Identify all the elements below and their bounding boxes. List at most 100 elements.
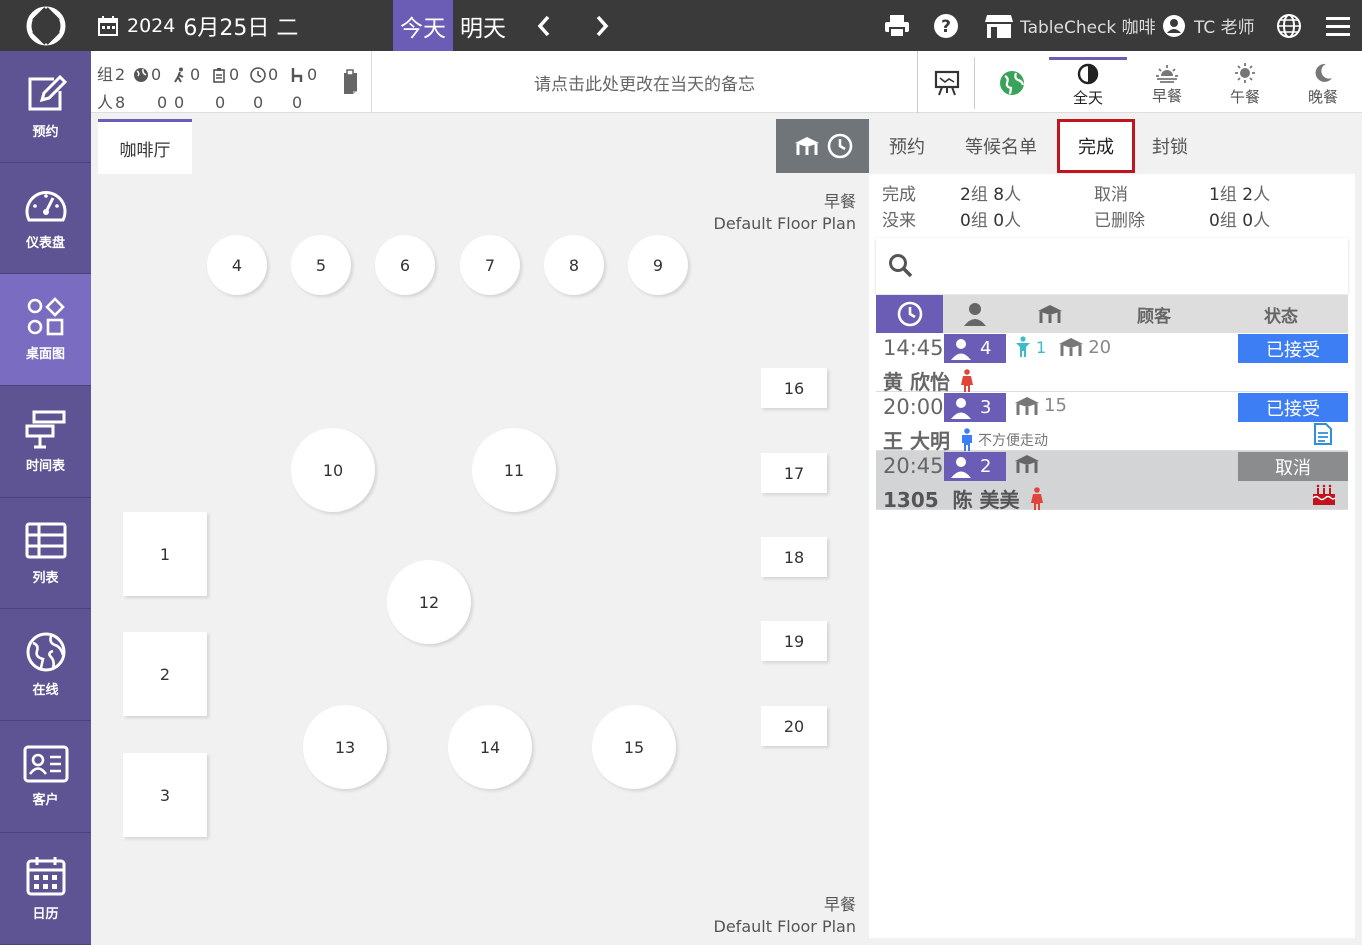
birthday-badge (1312, 482, 1336, 510)
sidebar-item-dashboard[interactable]: 仪表盘 (0, 163, 91, 275)
language-button[interactable] (1276, 0, 1302, 51)
completed-label: 完成 (882, 185, 916, 205)
memo-badge[interactable] (1314, 423, 1332, 449)
status-badge[interactable]: 已接受 (1238, 334, 1348, 363)
user-name: TC 老师 (1194, 18, 1255, 38)
meal-tab-breakfast[interactable]: 早餐 (1128, 57, 1206, 111)
table-5[interactable]: 5 (291, 235, 351, 295)
status-badge[interactable]: 取消 (1238, 452, 1348, 481)
day-counts: 组2 0 0 0 0 0 人8 0 0 0 0 0 (97, 61, 328, 117)
floor-tab-cafe[interactable]: 咖啡厅 (98, 119, 192, 174)
reservation-row[interactable]: 14:45 4 1 20 黄 欣怡 已接受 (876, 333, 1348, 394)
print-button[interactable] (884, 0, 910, 51)
board-view-button[interactable] (919, 57, 975, 109)
tab-blocked[interactable]: 封锁 (1142, 119, 1198, 173)
sidebar-item-floorplan[interactable]: 桌面图 (0, 274, 91, 387)
table-18[interactable]: 18 (761, 537, 827, 577)
globe-icon (134, 68, 148, 82)
sort-by-table[interactable] (1006, 295, 1094, 333)
table-icon (1038, 305, 1062, 323)
reservation-row[interactable]: 20:00 3 15 王 大明 不方便走动 已接受 (876, 392, 1348, 453)
sort-by-time[interactable] (876, 295, 943, 333)
noshow-values: 0组 0人 (960, 208, 1094, 234)
help-button[interactable]: ? (933, 0, 959, 51)
table-4[interactable]: 4 (207, 235, 267, 295)
tab-reservations[interactable]: 预约 (876, 119, 938, 173)
meal-tab-dinner[interactable]: 晚餐 (1284, 57, 1362, 111)
table-3[interactable]: 3 (123, 753, 207, 837)
daily-memo[interactable]: 请点击此处更改在当天的备忘 (371, 51, 918, 113)
date-picker[interactable]: 2024 6月25日 二 (97, 0, 298, 51)
reservation-extras: 1 20 (1014, 336, 1111, 358)
user-menu[interactable]: TC 老师 (1162, 0, 1255, 51)
app-logo[interactable] (0, 0, 91, 51)
sidebar-item-label: 列表 (32, 570, 59, 586)
main-menu-button[interactable] (1326, 0, 1350, 51)
table-14[interactable]: 14 (448, 705, 532, 789)
table-20[interactable]: 20 (761, 706, 827, 746)
table-7[interactable]: 7 (460, 235, 520, 295)
sidebar-item-calendar[interactable]: 日历 (0, 833, 91, 945)
reservation-row[interactable]: 20:45 2 1305 陈 美美 取消 (876, 451, 1348, 513)
tab-waitlist[interactable]: 等候名单 (956, 119, 1046, 173)
timeline-icon (25, 410, 65, 449)
clock-icon (897, 301, 922, 327)
table-17[interactable]: 17 (761, 453, 827, 493)
clipboard-icon (213, 68, 225, 83)
meal-tab-allday[interactable]: 全天 (1049, 57, 1127, 111)
table-16[interactable]: 16 (761, 368, 827, 408)
sidebar-item-label: 时间表 (25, 458, 65, 474)
today-button[interactable]: 今天 (393, 0, 453, 51)
waitlist-groups: 0 (229, 65, 240, 84)
table-9[interactable]: 9 (628, 235, 688, 295)
tab-completed[interactable]: 完成 (1057, 119, 1135, 173)
party-count: 4 (980, 338, 992, 359)
sidebar-item-list[interactable]: 列表 (0, 498, 91, 610)
printer-icon (885, 14, 909, 38)
chair-icon (291, 68, 303, 82)
floor-plan: 早餐 Default Floor Plan 早餐 Default Floor P… (98, 174, 868, 945)
online-view-button[interactable] (975, 57, 1048, 109)
seated-people: 0 (292, 93, 303, 112)
next-day-button[interactable] (594, 0, 610, 51)
table-1[interactable]: 1 (123, 512, 207, 596)
sidebar-item-timeline[interactable]: 时间表 (0, 386, 91, 498)
table-2[interactable]: 2 (123, 632, 207, 716)
sort-by-status[interactable]: 状态 (1214, 295, 1348, 333)
male-icon (961, 427, 972, 451)
sidebar-item-reservation[interactable]: 预约 (0, 51, 91, 163)
sidebar-item-label: 日历 (32, 906, 59, 922)
table-12[interactable]: 12 (387, 560, 471, 644)
noshow-label: 没来 (882, 211, 916, 231)
people-total: 8 (115, 93, 126, 112)
cancel-people: 2 (1242, 185, 1254, 205)
table-8[interactable]: 8 (544, 235, 604, 295)
customer-name: 1305 陈 美美 (883, 484, 1044, 513)
table-15[interactable]: 15 (592, 705, 676, 789)
table-11[interactable]: 11 (472, 428, 556, 512)
meal-tab-lunch[interactable]: 午餐 (1206, 57, 1284, 111)
table-10[interactable]: 10 (291, 428, 375, 512)
kids-count: 1 (1036, 337, 1047, 357)
sidebar-item-online[interactable]: 在线 (0, 609, 91, 722)
table-time-toggle[interactable] (776, 119, 869, 173)
prev-day-button[interactable] (536, 0, 552, 51)
sort-by-customer[interactable]: 顾客 (1094, 295, 1214, 333)
search-input[interactable] (876, 238, 1348, 294)
completed-values: 2组 8人 (960, 182, 1094, 208)
sidebar-item-customer[interactable]: 客户 (0, 721, 91, 833)
sort-by-people[interactable] (943, 295, 1006, 333)
party-size: 2 (944, 452, 1006, 481)
table-13[interactable]: 13 (303, 705, 387, 789)
sidebar-item-label: 客户 (32, 792, 59, 808)
table-6[interactable]: 6 (375, 235, 435, 295)
shop-selector[interactable]: TableCheck 咖啡 (984, 0, 1156, 51)
table-19[interactable]: 19 (761, 621, 827, 661)
tomorrow-button[interactable]: 明天 (460, 0, 506, 51)
date-text: 6月25日 二 (183, 15, 299, 41)
reservation-panel: 完成 2组 8人 取消 1组 2人 没来 0组 0人 已删除 0组 0人 顾客 … (869, 174, 1355, 938)
stats-bar: 组2 0 0 0 0 0 人8 0 0 0 0 0 请点击此处更改在当天的备忘 (91, 51, 1362, 113)
walkin-groups: 0 (190, 65, 201, 84)
birthday-cake-icon (1312, 484, 1336, 505)
status-badge[interactable]: 已接受 (1238, 393, 1348, 422)
